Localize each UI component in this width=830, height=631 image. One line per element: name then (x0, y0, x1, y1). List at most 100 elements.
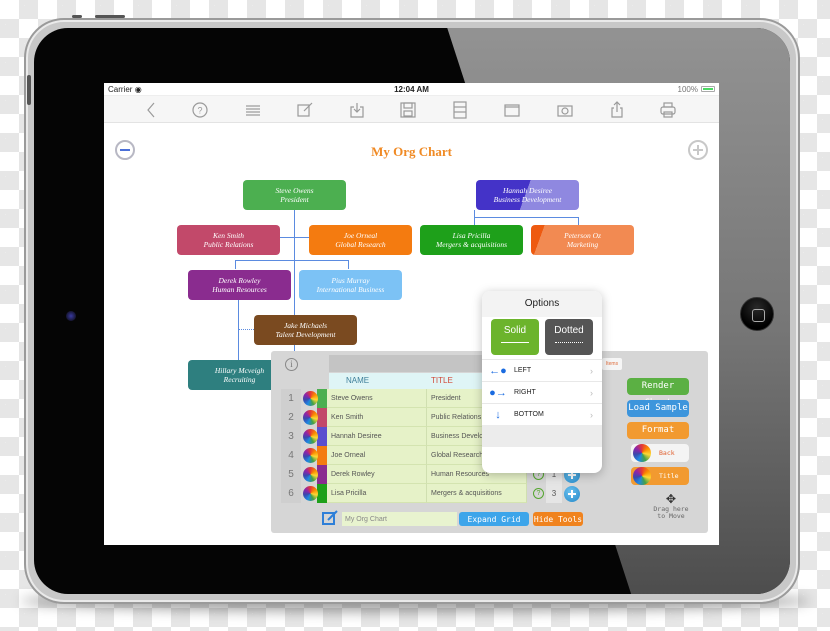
cell-name[interactable]: Joe Orneal (327, 446, 427, 465)
cell-name[interactable]: Derek Rowley (327, 465, 427, 484)
node-name: Ken Smith (212, 231, 245, 240)
org-node-joe[interactable]: Joe Orneal Global Research (309, 225, 412, 255)
chevron-right-icon: › (590, 409, 593, 420)
node-role: Recruiting (223, 375, 256, 384)
expand-grid-button[interactable]: Expand Grid (459, 512, 529, 526)
org-node-pius[interactable]: Pius Murray International Business (299, 270, 402, 300)
drag-move-handle[interactable]: ✥ Drag here to Move (641, 490, 701, 520)
color-swatch[interactable] (301, 427, 327, 446)
popover-separator (482, 425, 602, 447)
dotted-line-icon (555, 342, 583, 343)
node-name: Pius Murray (331, 276, 370, 285)
drag-label: to Move (657, 512, 685, 520)
home-button[interactable] (740, 297, 774, 331)
node-role: Mergers & acquisitions (436, 240, 507, 249)
color-wheel-icon (303, 391, 318, 406)
node-role: Global Research (335, 240, 386, 249)
hide-tools-button[interactable]: Hide Tools (533, 512, 583, 526)
count-cell: 3 (546, 484, 562, 503)
arrow-left-dot-icon: ←● (489, 364, 507, 377)
cell-name[interactable]: Lisa Pricilla (327, 484, 427, 503)
camera-icon (66, 311, 76, 321)
color-wheel-icon (303, 429, 318, 444)
dotted-line-button[interactable]: Dotted (545, 319, 593, 355)
edit-icon[interactable] (295, 100, 315, 120)
color-wheel-icon (303, 467, 318, 482)
add-row-button[interactable] (564, 486, 580, 502)
status-bar: Carrier ◉ 12:04 AM 100% (104, 83, 719, 96)
cell-name[interactable]: Ken Smith (327, 408, 427, 427)
connector-line (235, 260, 236, 269)
window-icon[interactable] (502, 100, 522, 120)
color-wheel-icon (633, 467, 651, 485)
option-label: RIGHT (514, 389, 536, 396)
connector-line (474, 217, 475, 225)
row-number: 3 (281, 427, 301, 446)
chart-name-input[interactable] (342, 512, 457, 526)
org-node-steve[interactable]: Steve Owens President (243, 180, 346, 210)
connector-line (474, 210, 475, 217)
option-right[interactable]: ●→ RIGHT › (482, 381, 602, 403)
top-button-2 (95, 15, 125, 18)
items-tag: Items (602, 358, 622, 370)
org-node-hannah[interactable]: Hannah Desiree Business Development (476, 180, 579, 210)
connector-line (474, 217, 578, 218)
cell-title[interactable]: Mergers & acquisitions (427, 484, 527, 503)
option-left[interactable]: ←● LEFT › (482, 359, 602, 381)
wifi-icon: ◉ (134, 84, 142, 94)
column-header-name[interactable]: NAME (329, 373, 429, 389)
solid-label: Solid (503, 325, 527, 336)
color-swatch[interactable] (301, 389, 327, 408)
render-chart-button[interactable]: Render Chart (627, 378, 689, 408)
node-role: President (280, 195, 309, 204)
org-node-ken[interactable]: Ken Smith Public Relations (177, 225, 280, 255)
carrier-label: Carrier ◉ (108, 84, 142, 94)
title-color-button[interactable]: Title (631, 467, 689, 485)
color-swatch[interactable] (301, 408, 327, 427)
grid-icon[interactable] (450, 100, 470, 120)
chart-title: My Org Chart (371, 144, 452, 159)
share-icon[interactable] (607, 100, 627, 120)
node-name: Peterson Oz (564, 231, 601, 240)
camera-icon[interactable] (555, 100, 575, 120)
color-swatch[interactable] (301, 446, 327, 465)
save-icon[interactable] (398, 100, 418, 120)
node-name: Joe Orneal (343, 231, 378, 240)
org-node-derek[interactable]: Derek Rowley Human Resources (188, 270, 291, 300)
color-swatch[interactable] (301, 484, 327, 503)
battery-icon (701, 86, 715, 92)
node-name: Hillary Mcveigh (214, 366, 265, 375)
connector-line-dotted (238, 329, 254, 330)
row-number: 6 (281, 484, 301, 503)
solid-line-button[interactable]: Solid (491, 319, 539, 355)
back-chevron-icon[interactable] (142, 100, 162, 120)
org-node-lisa[interactable]: Lisa Pricilla Mergers & acquisitions (420, 225, 523, 255)
table-row[interactable]: 6 Lisa Pricilla Mergers & acquisitions (281, 484, 527, 503)
cell-name[interactable]: Hannah Desiree (327, 427, 427, 446)
color-wheel-icon (303, 486, 318, 501)
edit-title-icon[interactable] (321, 509, 339, 527)
print-icon[interactable] (658, 100, 678, 120)
node-name: Hannah Desiree (502, 186, 553, 195)
dotted-label: Dotted (554, 325, 584, 336)
volume-button (27, 75, 31, 105)
org-chart-canvas: My Org Chart Steve Owens President Ken S… (104, 124, 719, 545)
color-swatch[interactable] (301, 465, 327, 484)
org-node-jake[interactable]: Jake Michaels Talent Development (254, 315, 357, 345)
top-button (72, 15, 82, 18)
chevron-right-icon: › (590, 365, 593, 376)
connector-line (238, 299, 239, 369)
cell-name[interactable]: Steve Owens (327, 389, 427, 408)
node-role: Marketing (566, 240, 599, 249)
help-icon[interactable]: ? (190, 100, 210, 120)
option-bottom[interactable]: ↓ BOTTOM › (482, 403, 602, 425)
help-circle-icon[interactable]: ? (533, 488, 544, 499)
import-icon[interactable] (347, 100, 367, 120)
back-color-button[interactable]: Back (631, 444, 689, 462)
info-icon[interactable]: i (285, 358, 298, 371)
list-icon[interactable] (243, 100, 263, 120)
format-button[interactable]: Format (627, 422, 689, 439)
org-node-peterson[interactable]: Peterson Oz Marketing (531, 225, 634, 255)
load-sample-button[interactable]: Load Sample (627, 400, 689, 417)
app-screen: Carrier ◉ 12:04 AM 100% ? My Org Chart S… (104, 83, 719, 545)
